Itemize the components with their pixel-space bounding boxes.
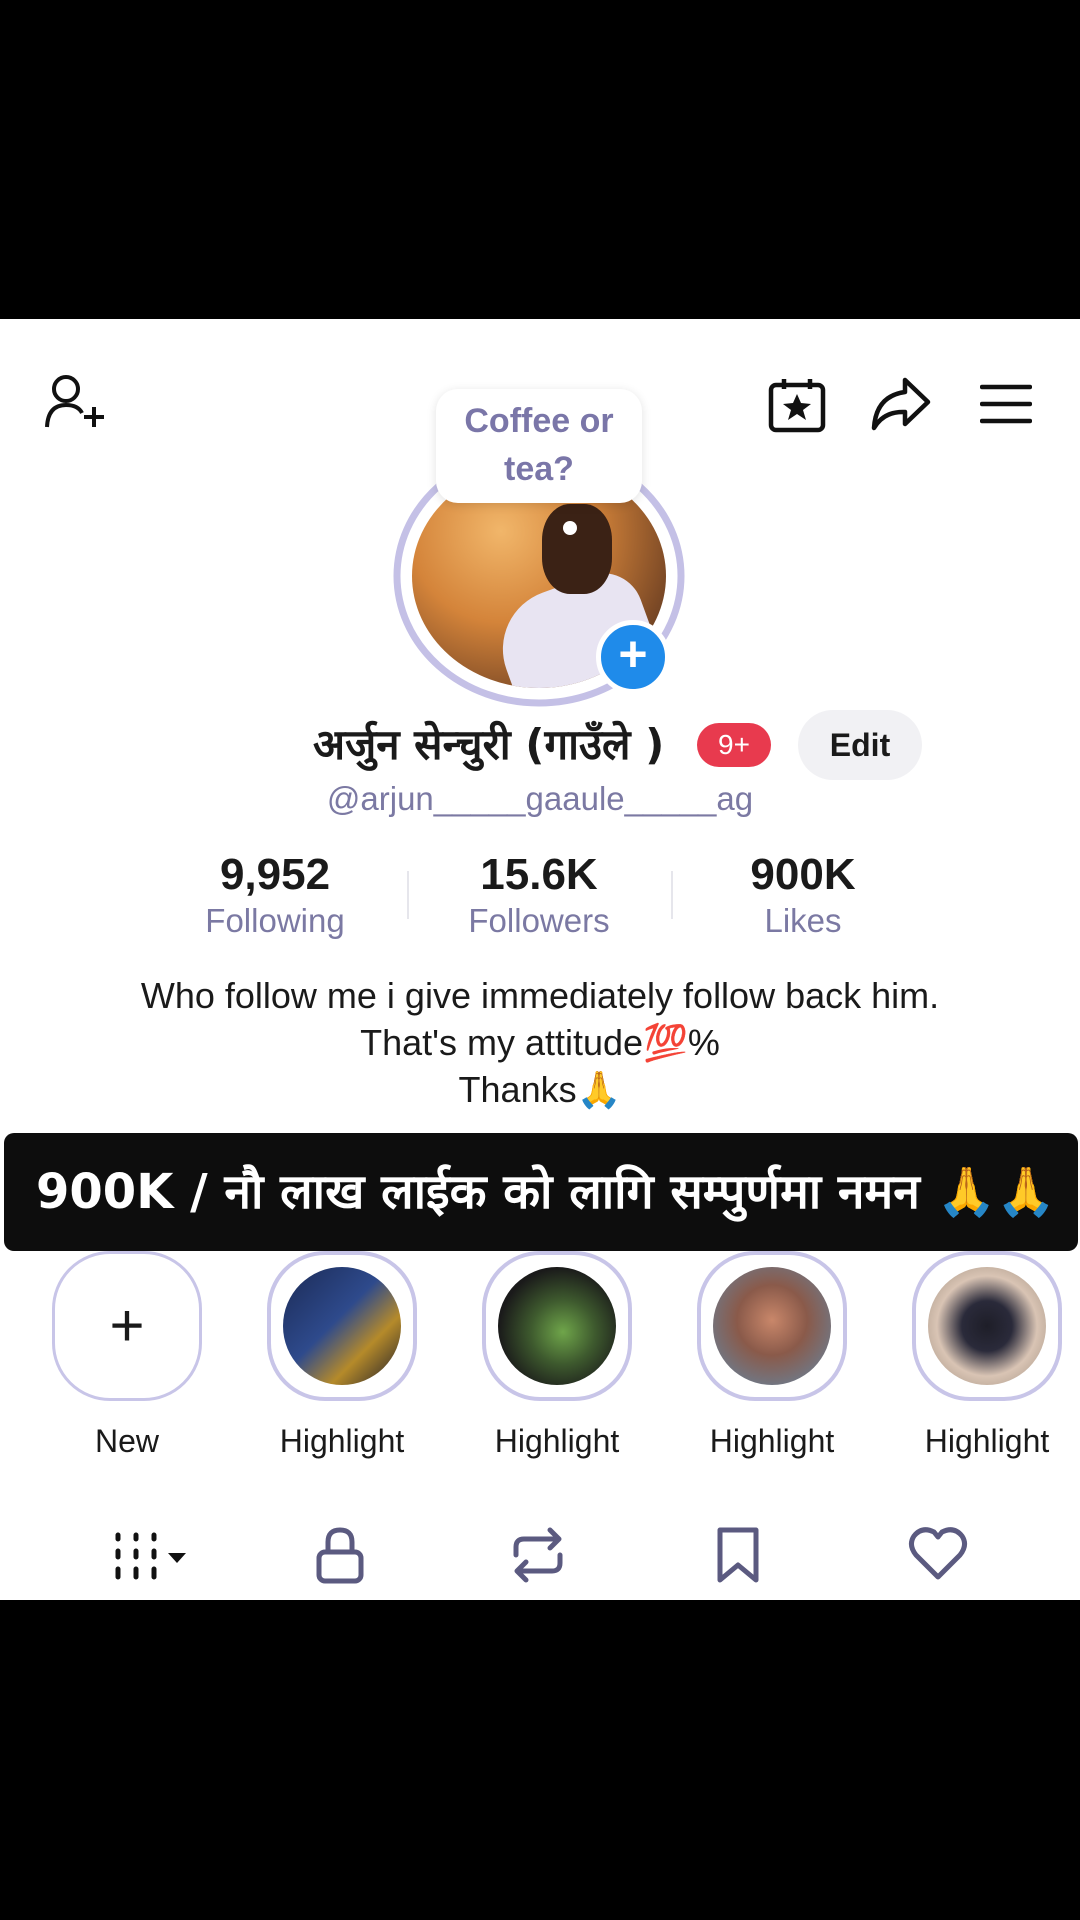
add-story-button[interactable]: + xyxy=(596,620,670,694)
highlight-thumbnail xyxy=(713,1267,831,1385)
highlight-ring xyxy=(267,1251,417,1401)
highlight-item[interactable]: Highlight xyxy=(912,1251,1070,1460)
highlight-thumbnail xyxy=(928,1267,1046,1385)
caption-banner: 900K / नौ लाख लाईक को लागि सम्पुर्णमा नम… xyxy=(4,1133,1078,1251)
stat-followers[interactable]: 15.6K Followers xyxy=(419,850,659,940)
highlight-label: Highlight xyxy=(924,1423,1050,1459)
stat-likes[interactable]: 900K Likes xyxy=(683,850,923,940)
highlight-ring xyxy=(912,1251,1062,1401)
bio-line-3: Thanks🙏 xyxy=(458,1069,622,1110)
highlight-item[interactable]: Highlight xyxy=(482,1251,640,1460)
username-handle: @arjun_____gaaule_____ag xyxy=(326,780,754,817)
stat-value: 9,952 xyxy=(219,850,331,899)
note-line-2: tea? xyxy=(504,450,574,488)
stat-label: Followers xyxy=(468,902,610,939)
stat-following[interactable]: 9,952 Following xyxy=(155,850,395,940)
edit-profile-button[interactable]: Edit xyxy=(798,710,922,780)
heart-icon[interactable] xyxy=(908,1525,968,1586)
bio: Who follow me i give immediately follow … xyxy=(0,972,1080,1113)
lock-icon[interactable] xyxy=(315,1525,365,1590)
menu-icon[interactable] xyxy=(980,383,1032,425)
notification-badge[interactable]: 9+ xyxy=(697,723,771,767)
note-bubble-tail xyxy=(563,521,577,535)
calendar-star-icon[interactable] xyxy=(768,377,826,433)
stat-label: Likes xyxy=(764,902,842,939)
profile-name: अर्जुन सेन्चुरी (गाउँले ) xyxy=(313,720,665,769)
bookmark-icon[interactable] xyxy=(715,1525,761,1590)
highlight-item[interactable]: Highlight xyxy=(267,1251,425,1460)
plus-icon: + xyxy=(52,1251,202,1401)
stat-divider xyxy=(407,871,409,919)
highlight-thumbnail xyxy=(283,1267,401,1385)
stat-value: 15.6K xyxy=(480,850,598,899)
highlight-ring xyxy=(697,1251,847,1401)
highlight-label: Highlight xyxy=(709,1423,835,1459)
note-bubble[interactable]: Coffee or tea? xyxy=(436,389,642,503)
highlight-ring xyxy=(482,1251,632,1401)
highlight-label: New xyxy=(94,1423,159,1459)
bio-line-2: That's my attitude💯% xyxy=(360,1022,720,1063)
repost-icon[interactable] xyxy=(508,1525,568,1590)
stat-divider xyxy=(671,871,673,919)
highlight-thumbnail xyxy=(498,1267,616,1385)
note-line-1: Coffee or xyxy=(464,402,614,440)
share-icon[interactable] xyxy=(870,376,932,432)
highlight-label: Highlight xyxy=(494,1423,620,1459)
bio-line-1: Who follow me i give immediately follow … xyxy=(140,975,940,1016)
add-user-icon[interactable] xyxy=(44,373,106,431)
highlight-item[interactable]: Highlight xyxy=(697,1251,855,1460)
highlight-new[interactable]: + New xyxy=(52,1251,210,1460)
stat-value: 900K xyxy=(750,850,856,899)
highlight-label: Highlight xyxy=(279,1423,405,1459)
grid-icon[interactable] xyxy=(112,1525,192,1592)
stat-label: Following xyxy=(205,902,345,939)
